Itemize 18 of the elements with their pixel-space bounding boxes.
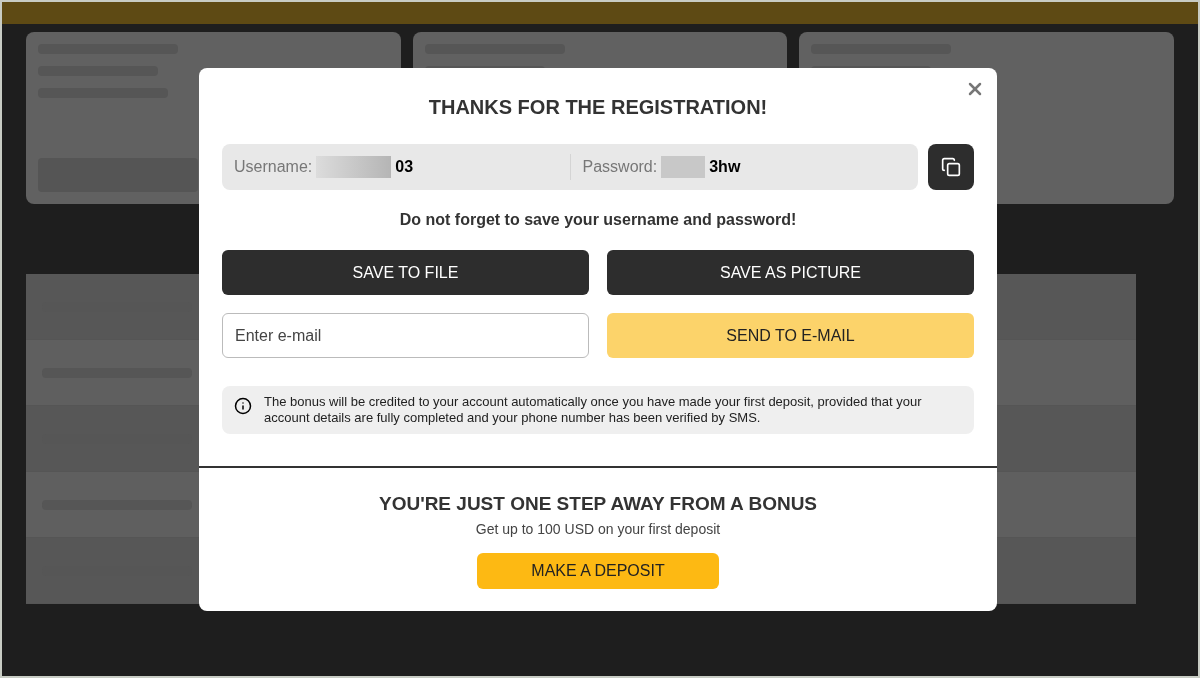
deposit-button[interactable]: MAKE A DEPOSIT [477, 552, 719, 589]
password-label: Password: [582, 157, 658, 177]
reminder-text: Do not forget to save your username and password! [399, 210, 797, 230]
save-button[interactable]: SAVE TO FILE [222, 250, 589, 295]
bonus-title: YOU'RE JUST ONE STEP AWAY FROM A BONUS [378, 492, 818, 516]
email-field[interactable]: Enter e-mail [222, 313, 589, 358]
redaction-block [661, 156, 706, 178]
info-icon [234, 397, 252, 415]
copy-icon [941, 157, 961, 177]
username-label: Username: [234, 157, 313, 177]
save-button[interactable]: SAVE AS PICTURE [607, 250, 974, 295]
notice-text: The bonus will be credited to your account automatically once you have made your first deposit, provided that your account details are fully completed and your phone number has been verified by SMS. [264, 394, 923, 426]
password-value: 3hw [709, 157, 741, 177]
bonus-subtitle: Get up to 100 USD on your first deposit [475, 519, 721, 539]
dialog-title: THANKS FOR THE REGISTRATION! [428, 95, 768, 120]
send-email-button[interactable]: SEND TO E-MAIL [607, 313, 974, 358]
username-value: 03 [395, 157, 414, 177]
copy-button[interactable] [928, 144, 974, 190]
